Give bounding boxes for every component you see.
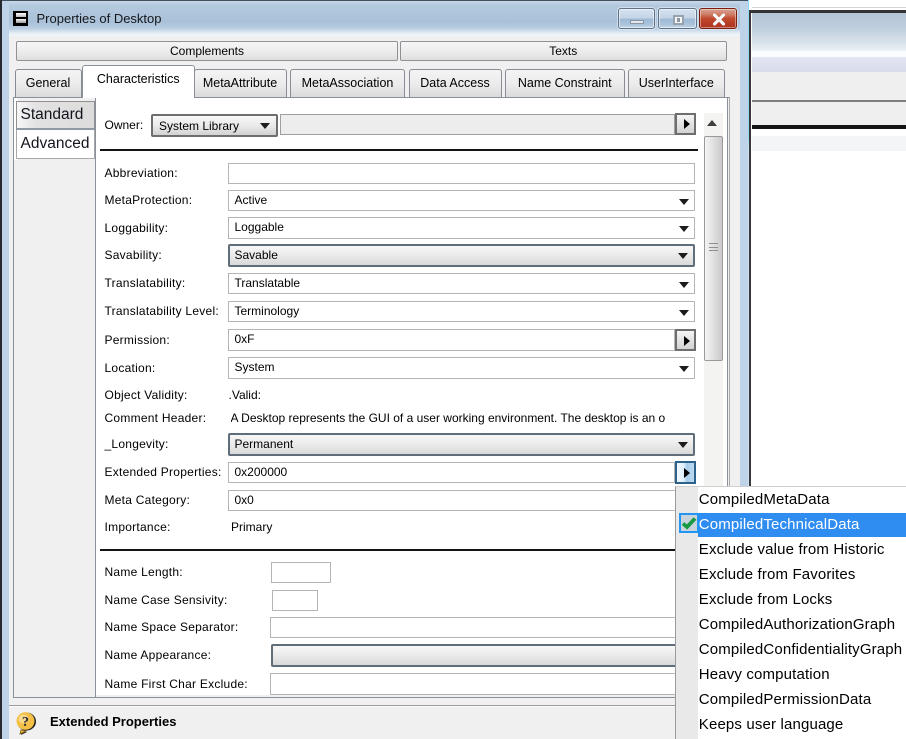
svg-text:?: ? (22, 715, 29, 730)
